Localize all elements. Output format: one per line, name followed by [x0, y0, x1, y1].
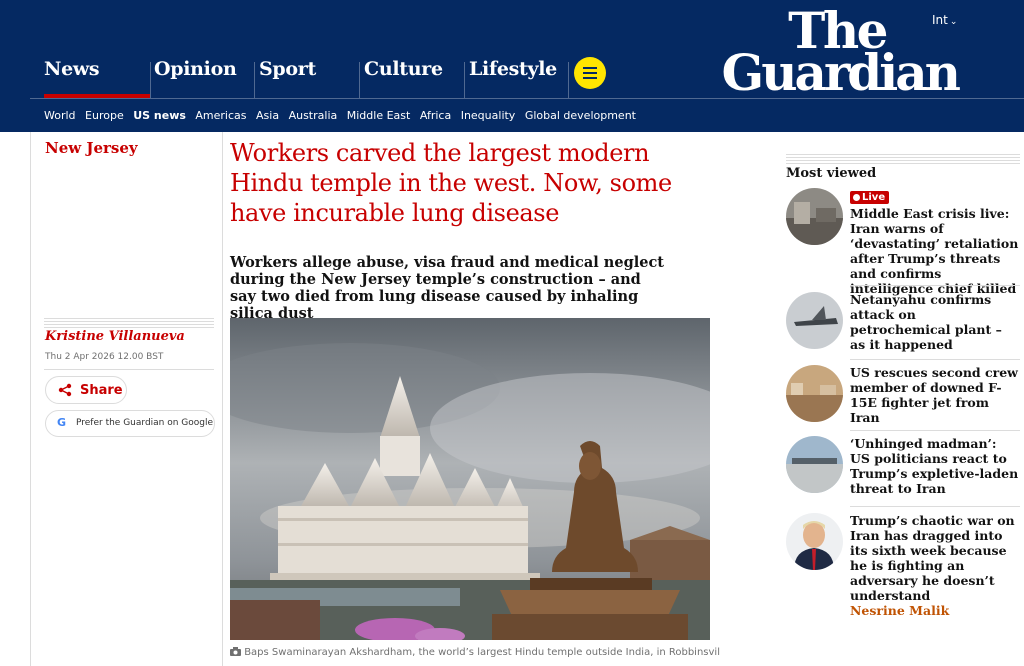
most-viewed-divider — [850, 430, 1020, 431]
most-viewed-rule — [786, 160, 1020, 161]
most-viewed-thumbnail — [786, 365, 843, 422]
image-caption: Baps Swaminarayan Akshardham, the world’… — [230, 646, 720, 660]
subnav-item-africa[interactable]: Africa — [420, 109, 451, 122]
subnav-item-global-development[interactable]: Global development — [525, 109, 636, 122]
live-badge: Live — [850, 191, 890, 204]
subnav-item-us-news[interactable]: US news — [133, 109, 186, 122]
subnav-item-world[interactable]: World — [44, 109, 76, 122]
hero-image — [230, 318, 710, 640]
pillar-divider — [568, 62, 569, 98]
byline-author[interactable]: Kristine Villanueva — [45, 329, 185, 344]
most-viewed-thumbnail — [786, 292, 843, 349]
most-viewed-heading: Most viewed — [786, 166, 877, 181]
subnav-item-inequality[interactable]: Inequality — [461, 109, 516, 122]
logo-line-2: Guardian — [721, 43, 961, 102]
section-kicker[interactable]: New Jersey — [45, 139, 138, 157]
pillar-divider — [254, 62, 255, 98]
pillar-divider — [359, 62, 360, 98]
caption-text: Baps Swaminarayan Akshardham, the world’… — [244, 647, 720, 658]
article-standfirst: Workers allege abuse, visa fraud and med… — [230, 254, 664, 322]
menu-button[interactable] — [574, 57, 606, 89]
subnav-item-middle-east[interactable]: Middle East — [347, 109, 411, 122]
article-headline: Workers carved the largest modern Hindu … — [230, 139, 672, 227]
opinion-author: Nesrine Malik — [850, 603, 950, 618]
most-viewed-text: Netanyahu confirms attack on petrochemic… — [850, 292, 1002, 352]
nav-pillar-lifestyle[interactable]: Lifestyle — [469, 58, 557, 80]
most-viewed-rule — [786, 163, 1020, 164]
google-icon: G — [57, 416, 67, 429]
masthead: News Opinion Sport Culture Lifestyle Int… — [0, 0, 1024, 132]
column-divider — [30, 132, 31, 666]
share-icon — [58, 383, 72, 401]
most-viewed-text: ‘Unhinged madman’: US politicians react … — [850, 436, 1019, 496]
pillar-divider — [464, 62, 465, 98]
nav-pillar-culture[interactable]: Culture — [364, 58, 443, 80]
most-viewed-rule — [786, 157, 1020, 158]
prefer-google-label: Prefer the Guardian on Google — [76, 418, 214, 428]
most-viewed-divider — [850, 359, 1020, 360]
most-viewed-divider — [850, 506, 1020, 507]
subnav-item-europe[interactable]: Europe — [85, 109, 124, 122]
most-viewed-divider — [850, 285, 1020, 286]
pillar-divider — [150, 62, 151, 98]
share-button[interactable]: Share — [45, 376, 127, 404]
headline-text: Middle East crisis live: Iran warns of ‘… — [850, 206, 1019, 296]
share-label: Share — [80, 383, 123, 398]
headline-text: Trump’s chaotic war on Iran has dragged … — [850, 513, 1015, 603]
most-viewed-text: US rescues second crew member of downed … — [850, 365, 1018, 425]
camera-icon — [230, 647, 244, 658]
edition-label: Int — [932, 13, 948, 27]
prefer-google-button[interactable]: G Prefer the Guardian on Google — [45, 410, 215, 437]
subnav-item-australia[interactable]: Australia — [289, 109, 338, 122]
chevron-down-icon: ⌄ — [949, 17, 958, 27]
column-divider — [222, 132, 223, 666]
most-viewed-text: Trump’s chaotic war on Iran has dragged … — [850, 513, 1020, 618]
most-viewed-text: Live Middle East crisis live: Iran warns… — [850, 188, 1020, 296]
most-viewed-thumbnail — [786, 436, 843, 493]
subnav-item-asia[interactable]: Asia — [256, 109, 279, 122]
nav-pillar-sport[interactable]: Sport — [259, 58, 316, 80]
meta-divider — [44, 369, 214, 370]
most-viewed-thumbnail — [786, 513, 843, 570]
nav-pillar-news[interactable]: News — [44, 58, 100, 80]
most-viewed-rule — [786, 154, 1020, 155]
most-viewed-thumbnail — [786, 188, 843, 245]
nav-pillar-opinion[interactable]: Opinion — [154, 58, 237, 80]
publication-date: Thu 2 Apr 2026 12.00 BST — [45, 352, 164, 362]
subnav: World Europe US news Americas Asia Austr… — [44, 109, 642, 122]
edition-switcher[interactable]: Int ⌄ — [932, 13, 957, 27]
subnav-divider — [30, 98, 1024, 99]
subnav-item-americas[interactable]: Americas — [195, 109, 246, 122]
